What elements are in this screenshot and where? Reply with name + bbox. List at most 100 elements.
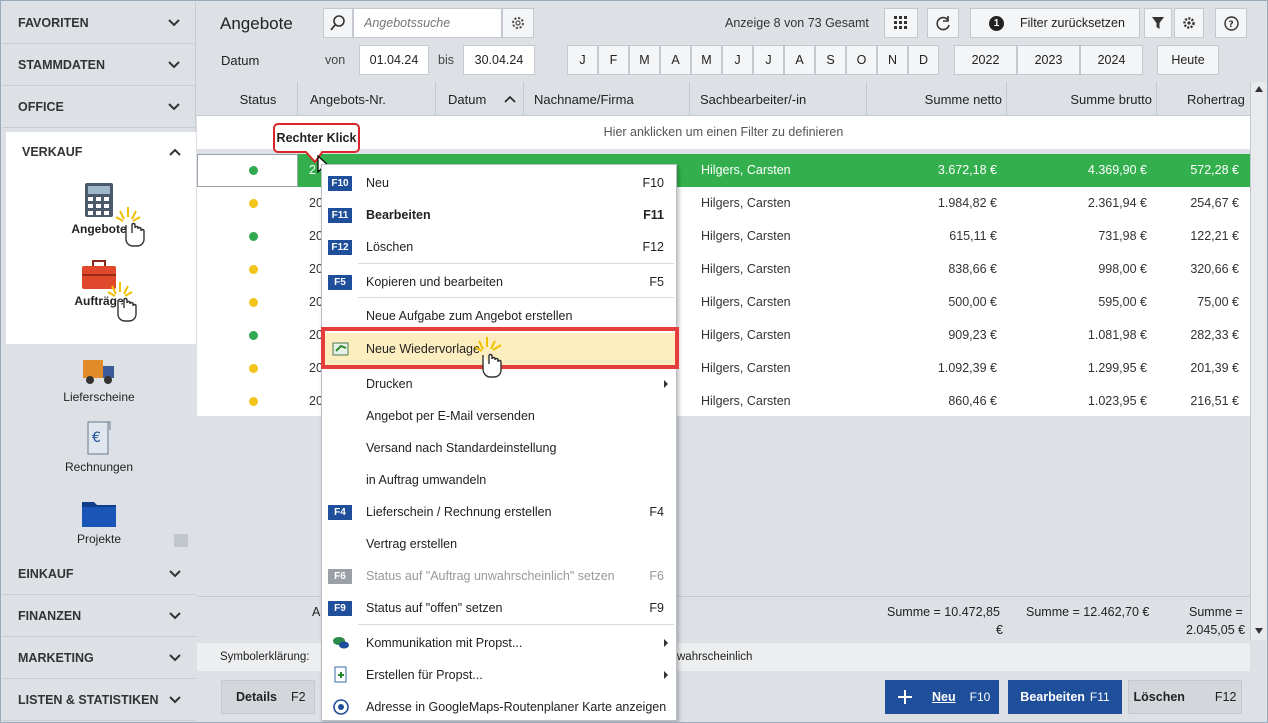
sidebar-section-einkauf[interactable]: EINKAUF [2,553,196,595]
svg-text:?: ? [1228,20,1233,30]
chevron-down-icon [168,60,180,68]
cell-sachbearbeiter: Hilgers, Carsten [701,328,791,342]
year-button-2023[interactable]: 2023 [1017,45,1080,75]
menu-item-label: Versand nach Standardeinstellung [366,441,557,455]
sidebar-item-auftraege[interactable]: Aufträge [2,260,196,308]
cell-summe-netto: 615,11 € [949,229,997,243]
search-input[interactable] [353,8,502,38]
menu-item-4[interactable]: F5 Kopieren und bearbeiten F5 [322,266,676,298]
edit-button[interactable]: Bearbeiten F11 [1008,680,1122,714]
month-button-9[interactable]: S [815,45,846,75]
month-button-10[interactable]: O [846,45,877,75]
filter-count-badge: 1 [989,15,1004,31]
sidebar-item-angebote[interactable]: Angebote [2,182,196,236]
sidebar-section-office[interactable]: OFFICE [2,86,195,128]
sidebar: FAVORITEN STAMMDATEN OFFICE VERKAUF Ange… [2,2,196,722]
month-button-12[interactable]: D [908,45,939,75]
to-label: bis [438,53,454,67]
scroll-down-icon [1255,628,1263,634]
cell-sachbearbeiter: Hilgers, Carsten [701,262,791,276]
menu-item-9[interactable]: Versand nach Standardeinstellung [322,432,676,464]
chevron-down-icon [169,695,181,703]
month-button-7[interactable]: J [753,45,784,75]
month-button-5[interactable]: M [691,45,722,75]
menu-item-shortcut: F9 [649,601,664,615]
menu-item-14[interactable]: F9 Status auf "offen" setzen F9 [322,592,676,624]
menu-item-label: Erstellen für Propst... [366,668,483,682]
month-button-3[interactable]: M [629,45,660,75]
menu-item-2[interactable]: F11 Bearbeiten F11 [322,199,676,231]
settings-button[interactable] [1174,8,1204,38]
year-button-2022[interactable]: 2022 [954,45,1017,75]
column-header-sachbearbeiter[interactable]: Sachbearbeiter/-in [690,82,867,116]
grid-view-button[interactable] [884,8,918,38]
column-header-summe-brutto[interactable]: Summe brutto [1007,82,1157,116]
menu-item-12[interactable]: Vertrag erstellen [322,528,676,560]
grid-header: Status Angebots-Nr. Datum Nachname/Firma… [197,82,1250,116]
today-button[interactable]: Heute [1157,45,1219,75]
shortcut-key-badge: F12 [328,240,352,255]
date-from-input[interactable]: 01.04.24 [359,45,429,75]
search-icon-button[interactable] [323,8,353,38]
menu-item-1[interactable]: F10 Neu F10 [322,167,676,199]
filter-reset-button[interactable]: 1 Filter zurücksetzen [970,8,1140,38]
help-icon: ? [1223,15,1239,31]
status-dot [249,199,258,208]
year-button-2024[interactable]: 2024 [1080,45,1143,75]
click-hand-icon [107,282,137,322]
column-header-rohertrag[interactable]: Rohertrag [1157,82,1250,116]
column-header-datum[interactable]: Datum [436,82,524,116]
menu-item-15[interactable]: Kommunikation mit Propst... [322,627,676,659]
menu-item-10[interactable]: in Auftrag umwandeln [322,464,676,496]
month-button-8[interactable]: A [784,45,815,75]
target-icon [333,699,349,715]
search-settings-button[interactable] [502,8,534,38]
sidebar-section-marketing[interactable]: MARKETING [2,637,196,679]
menu-item-3[interactable]: F12 Löschen F12 [322,231,676,263]
column-header-status[interactable]: Status [197,82,298,116]
filter-button[interactable] [1144,8,1172,38]
menu-item-11[interactable]: F4 Lieferschein / Rechnung erstellen F4 [322,496,676,528]
month-button-2[interactable]: F [598,45,629,75]
sidebar-section-stammdaten[interactable]: STAMMDATEN [2,44,195,86]
sidebar-section-favoriten[interactable]: FAVORITEN [2,2,195,44]
date-to-input[interactable]: 30.04.24 [463,45,535,75]
chevron-down-icon [168,18,180,26]
filter-icon [1152,16,1164,29]
column-header-nachname[interactable]: Nachname/Firma [524,82,690,116]
collapse-toggle[interactable] [174,534,188,547]
month-button-4[interactable]: A [660,45,691,75]
sidebar-item-rechnungen[interactable]: € Rechnungen [2,420,196,474]
from-label: von [325,53,346,67]
column-header-angebots-nr[interactable]: Angebots-Nr. [298,82,436,116]
menu-item-8[interactable]: Angebot per E-Mail versenden [322,400,676,432]
sidebar-item-projekte[interactable]: Projekte [2,498,196,546]
context-menu: F10 Neu F10 F11 Bearbeiten F11 F12 Löschen F12 F5… [321,164,677,721]
cell-summe-netto: 3.672,18 € [937,163,997,177]
month-button-1[interactable]: J [567,45,598,75]
delete-button[interactable]: Löschen F12 [1128,680,1242,714]
date-label: Datum [221,53,260,68]
cell-summe-netto: 500,00 € [948,295,997,309]
sidebar-item-lieferscheine[interactable]: Lieferscheine [2,356,196,404]
vertical-scrollbar[interactable] [1250,82,1266,640]
menu-item-label: Angebot per E-Mail versenden [366,409,535,423]
sidebar-section-verkauf-header[interactable]: VERKAUF [6,132,196,172]
menu-item-shortcut: F5 [649,275,664,289]
details-button[interactable]: Details F2 [221,680,315,714]
cell-rohertrag: 282,33 € [1190,328,1239,342]
new-button[interactable]: Neu F10 [885,680,999,714]
menu-item-16[interactable]: Erstellen für Propst... [322,659,676,691]
column-header-summe-netto[interactable]: Summe netto [867,82,1007,116]
new-doc-icon [334,666,347,683]
cell-sachbearbeiter: Hilgers, Carsten [701,196,791,210]
chevron-down-icon [169,611,181,619]
status-dot [249,298,258,307]
menu-item-17[interactable]: Adresse in GoogleMaps-Routenplaner Karte… [322,691,676,722]
sidebar-section-finanzen[interactable]: FINANZEN [2,595,196,637]
month-button-11[interactable]: N [877,45,908,75]
sidebar-section-listen-statistiken[interactable]: LISTEN & STATISTIKEN [2,679,196,721]
help-button[interactable]: ? [1215,8,1247,38]
refresh-button[interactable] [927,8,959,38]
month-button-6[interactable]: J [722,45,753,75]
